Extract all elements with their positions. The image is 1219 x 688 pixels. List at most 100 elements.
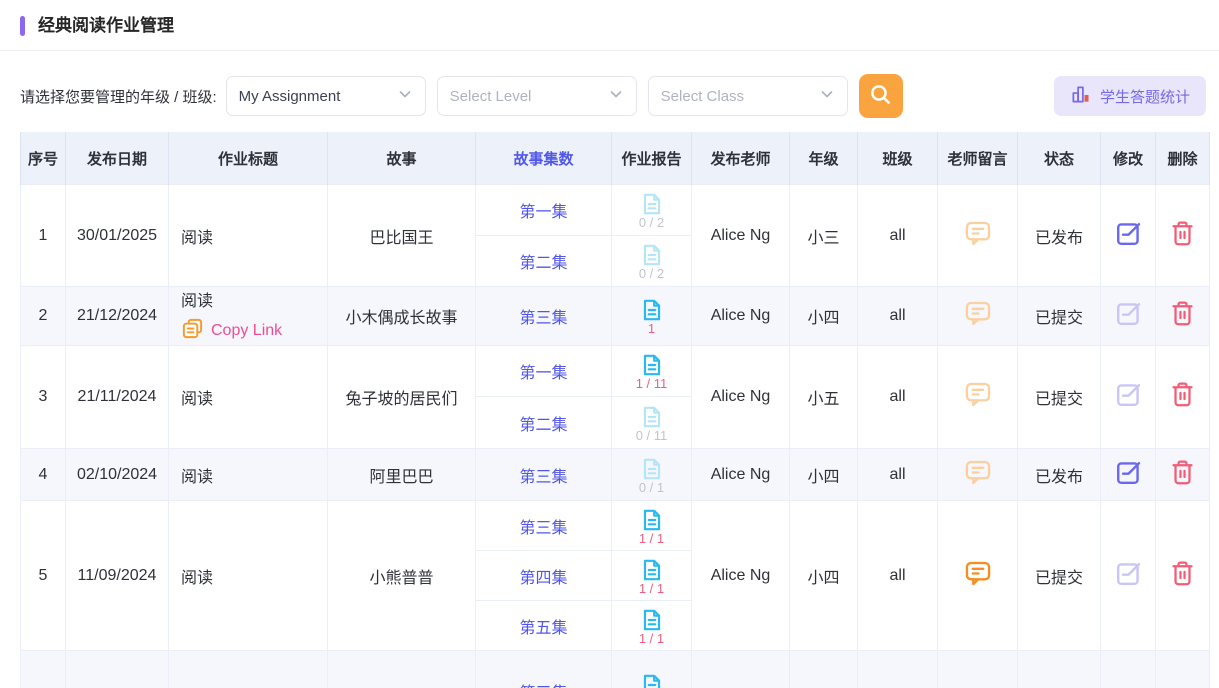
cell-edit	[1101, 185, 1156, 287]
report-document-icon[interactable]: 0 / 2	[639, 242, 665, 280]
episode-link[interactable]: 第四集	[519, 570, 567, 587]
episode-link[interactable]: 第一集	[519, 204, 567, 221]
student-stats-button[interactable]: 学生答题统计	[1054, 76, 1206, 116]
cell-publish-date: 02/10/2024	[66, 449, 169, 501]
column-header-teacher-comment: 老师留言	[938, 132, 1018, 185]
cell-delete	[1156, 501, 1210, 651]
copy-link-button[interactable]: Copy Link	[181, 317, 327, 345]
teacher-comment-icon[interactable]	[964, 560, 992, 587]
cell-index: 2	[21, 287, 66, 346]
cell-grade: 小五	[790, 346, 858, 449]
search-button[interactable]	[859, 74, 903, 118]
class-select[interactable]: Select Class	[648, 76, 848, 116]
cell-episode: 第二集	[476, 397, 612, 449]
teacher-comment-icon[interactable]	[964, 220, 992, 247]
report-document-icon[interactable]: 0 / 1	[639, 456, 665, 494]
episode-link[interactable]: 第三集	[519, 469, 567, 486]
cell-status: 已提交	[1018, 501, 1101, 651]
cell-episode: 第三集	[476, 287, 612, 346]
column-header-episodes: 故事集数	[476, 132, 612, 185]
cell-report: 1 / 1	[612, 551, 692, 601]
episode-link[interactable]: 第三集	[519, 310, 567, 327]
edit-icon	[1114, 559, 1143, 588]
cell-grade: 小四	[790, 501, 858, 651]
report-count: 0 / 2	[639, 267, 664, 280]
cell-episode: 第三集	[476, 651, 612, 688]
edit-icon[interactable]	[1114, 219, 1143, 248]
episode-link[interactable]: 第三集	[519, 685, 567, 688]
cell-episode: 第五集	[476, 601, 612, 651]
cell-index	[21, 651, 66, 688]
report-count: 0 / 11	[636, 429, 668, 442]
cell-episode: 第四集	[476, 551, 612, 601]
cell-story: 小熊普普	[328, 501, 476, 651]
report-document-icon[interactable]: 1 / 1	[639, 672, 665, 688]
report-document-icon[interactable]: 0 / 11	[636, 404, 668, 442]
cell-story: 小木偶成长故事	[328, 287, 476, 346]
cell-class: all	[858, 501, 938, 651]
cell-teacher-comment	[938, 449, 1018, 501]
cell-episode: 第一集	[476, 185, 612, 236]
cell-episode: 第一集	[476, 346, 612, 397]
level-select[interactable]: Select Level	[437, 76, 637, 116]
cell-publish-date: 30/01/2025	[66, 185, 169, 287]
level-select-placeholder: Select Level	[450, 88, 532, 105]
cell-publish-date: 11/09/2024	[66, 501, 169, 651]
cell-class: all	[858, 185, 938, 287]
cell-teacher: Alice Ng	[692, 287, 790, 346]
edit-icon	[1114, 299, 1143, 328]
report-document-icon[interactable]: 1 / 11	[636, 352, 668, 390]
cell-teacher: Alice Ng	[692, 501, 790, 651]
cell-delete	[1156, 651, 1210, 688]
cell-story: 阿里巴巴	[328, 449, 476, 501]
table-row: 130/01/2025阅读巴比国王第一集 0 / 2Alice Ng小三all …	[21, 185, 1210, 236]
report-document-icon[interactable]: 0 / 2	[639, 191, 665, 229]
cell-teacher-comment	[938, 651, 1018, 688]
cell-class: all	[858, 287, 938, 346]
cell-episode: 第三集	[476, 449, 612, 501]
edit-icon	[1114, 380, 1143, 409]
column-header-edit: 修改	[1101, 132, 1156, 185]
table-row: 321/11/2024阅读兔子坡的居民们第一集 1 / 11Alice Ng小五…	[21, 346, 1210, 397]
cell-grade: 小三	[790, 185, 858, 287]
bar-chart-icon	[1070, 84, 1091, 109]
report-document-icon[interactable]: 1 / 1	[639, 507, 665, 545]
cell-index: 1	[21, 185, 66, 287]
teacher-comment-icon[interactable]	[964, 459, 992, 486]
cell-assignment-title: 阅读	[169, 449, 328, 501]
episode-link[interactable]: 第二集	[519, 417, 567, 434]
delete-trash-icon[interactable]	[1170, 300, 1195, 327]
cell-class: all	[858, 346, 938, 449]
copy-icon	[181, 317, 204, 345]
report-count: 1	[648, 322, 655, 335]
cell-delete	[1156, 287, 1210, 346]
delete-trash-icon[interactable]	[1170, 459, 1195, 486]
edit-icon[interactable]	[1114, 458, 1143, 487]
cell-class	[858, 651, 938, 688]
episode-link[interactable]: 第三集	[519, 520, 567, 537]
cell-teacher-comment	[938, 185, 1018, 287]
cell-edit	[1101, 346, 1156, 449]
episode-link[interactable]: 第五集	[519, 620, 567, 637]
cell-report: 1 / 1	[612, 601, 692, 651]
teacher-comment-icon[interactable]	[964, 300, 992, 327]
cell-class: all	[858, 449, 938, 501]
episode-link[interactable]: 第一集	[519, 365, 567, 382]
cell-edit	[1101, 651, 1156, 688]
table-row: 402/10/2024阅读阿里巴巴第三集 0 / 1Alice Ng小四all …	[21, 449, 1210, 501]
report-document-icon[interactable]: 1 / 1	[639, 557, 665, 595]
delete-trash-icon[interactable]	[1170, 381, 1195, 408]
teacher-comment-icon[interactable]	[964, 381, 992, 408]
column-header-story: 故事	[328, 132, 476, 185]
episode-link[interactable]: 第二集	[519, 255, 567, 272]
delete-trash-icon[interactable]	[1170, 220, 1195, 247]
delete-trash-icon[interactable]	[1170, 560, 1195, 587]
page-header: 经典阅读作业管理	[0, 0, 1219, 50]
student-stats-label: 学生答题统计	[1100, 86, 1190, 107]
filter-label: 请选择您要管理的年级 / 班级:	[20, 86, 217, 107]
column-header-teacher: 发布老师	[692, 132, 790, 185]
report-document-icon[interactable]: 1	[639, 297, 665, 335]
cell-edit	[1101, 287, 1156, 346]
assignment-select[interactable]: My Assignment	[226, 76, 426, 116]
report-document-icon[interactable]: 1 / 1	[639, 607, 665, 645]
